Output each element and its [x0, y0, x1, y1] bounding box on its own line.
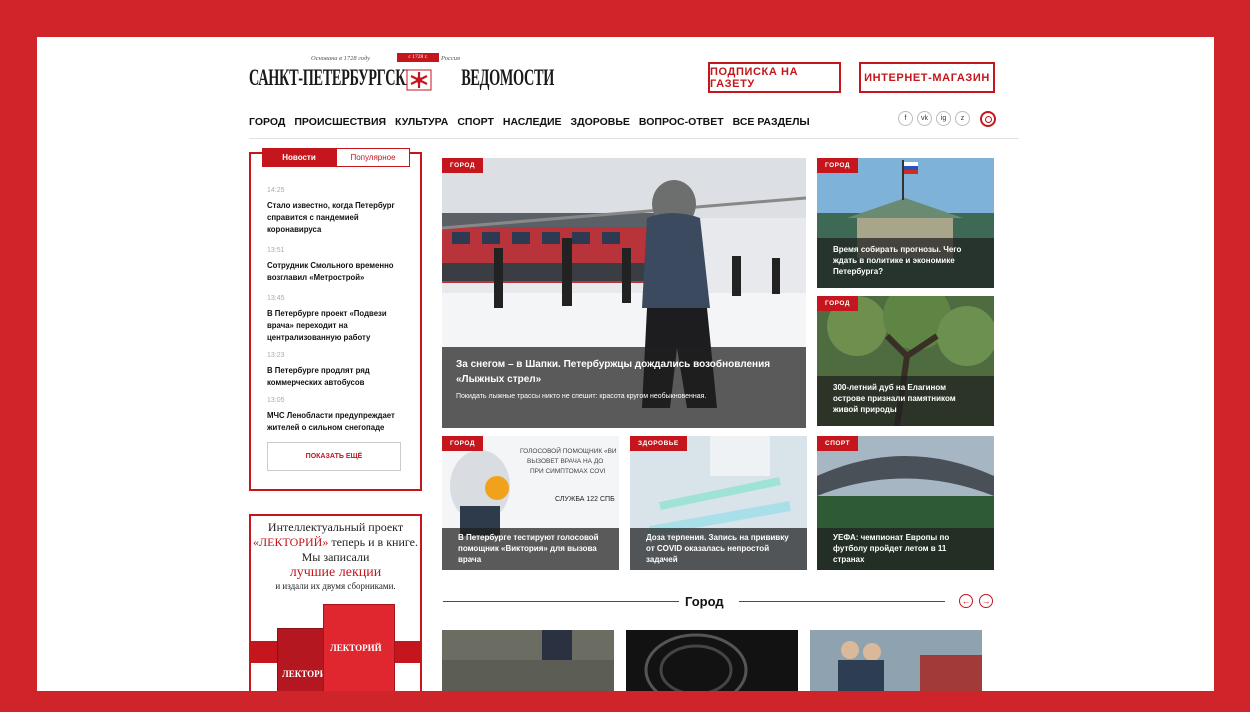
card-caption: Доза терпения. Запись на прививку от COV…: [630, 528, 807, 570]
card-image-text-1: ГОЛОСОВОЙ ПОМОЩНИК «ВИ: [520, 448, 617, 455]
card-caption: УЕФА: чемпионат Европы по футболу пройде…: [817, 528, 994, 570]
nav-item-culture[interactable]: КУЛЬТУРА: [395, 116, 448, 128]
section-header-gorod: Город ← →: [443, 591, 998, 611]
facebook-icon[interactable]: f: [898, 111, 913, 126]
news-time: 14:25: [267, 187, 285, 194]
main-news-card[interactable]: ГОРОД За снегом – в Шапки. Петербуржцы д…: [442, 158, 806, 428]
news-time: 13:05: [267, 397, 285, 404]
news-feed-panel: Новости Популярное 14:25 Стало известно,…: [249, 148, 422, 491]
news-item[interactable]: 13:45 В Петербурге проект «Подвези врача…: [267, 295, 407, 344]
promo-project-name: «ЛЕКТОРИЙ»: [253, 535, 329, 549]
news-time: 13:45: [267, 295, 285, 302]
book-title: ЛЕКТОРИЙ: [330, 643, 382, 653]
news-title[interactable]: Сотрудник Смольного временно возглавил «…: [267, 260, 407, 284]
logo-ribbon: с 1728 г.: [397, 53, 439, 62]
site-logo[interactable]: Основана в 1728 году с 1728 г. Россия СА…: [249, 51, 554, 101]
news-title[interactable]: В Петербурге проект «Подвези врача» пере…: [267, 308, 407, 344]
prev-arrow-icon[interactable]: ←: [959, 594, 973, 608]
zen-icon[interactable]: z: [955, 111, 970, 126]
nav-item-all-sections[interactable]: ВСЕ РАЗДЕЛЫ: [733, 116, 810, 128]
card-title[interactable]: Доза терпения. Запись на прививку от COV…: [646, 532, 791, 565]
subscribe-button[interactable]: ПОДПИСКА НА ГАЗЕТУ: [708, 62, 841, 93]
news-card[interactable]: ГОРОД 300-летний дуб на Елагином острове…: [817, 296, 994, 426]
main-card-caption: За снегом – в Шапки. Петербуржцы дождали…: [442, 347, 806, 428]
nav-item-health[interactable]: ЗДОРОВЬЕ: [571, 116, 630, 128]
logo-tagline-left: Основана в 1728 году: [311, 55, 371, 62]
category-badge[interactable]: ГОРОД: [442, 436, 484, 451]
book-title: ЛЕКТОРИ: [282, 669, 327, 679]
promo-line-4: лучшие лекции: [289, 565, 382, 580]
card-caption: Время собирать прогнозы. Чего ждать в по…: [817, 238, 994, 288]
book-cover-2: ЛЕКТОРИЙ: [323, 604, 395, 691]
promo-line-1: Интеллектуальный проект: [267, 520, 404, 534]
card-title[interactable]: Время собирать прогнозы. Чего ждать в по…: [833, 244, 978, 277]
section-divider-right: [739, 601, 945, 602]
news-item[interactable]: 13:05 МЧС Ленобласти предупреждает жител…: [267, 397, 407, 434]
nav-item-qa[interactable]: ВОПРОС-ОТВЕТ: [639, 116, 724, 128]
logo-tagline-right: Россия: [441, 55, 461, 62]
nav-item-incidents[interactable]: ПРОИСШЕСТВИЯ: [294, 116, 386, 128]
promo-line-3: Мы записали: [301, 550, 370, 564]
section-divider-left: [443, 601, 679, 602]
card-title[interactable]: 300-летний дуб на Елагином острове призн…: [833, 382, 978, 415]
instagram-icon[interactable]: ig: [936, 111, 951, 126]
nav-item-gorod[interactable]: ГОРОД: [249, 116, 285, 128]
news-tabs: Новости Популярное: [262, 148, 410, 167]
promo-line-5: и издали их двумя сборниками.: [275, 581, 396, 591]
main-card-title[interactable]: За снегом – в Шапки. Петербуржцы дождали…: [456, 357, 792, 387]
logo-text: САНКТ-ПЕТЕРБУРГСКИЕ ВЕДОМОСТИ: [249, 65, 554, 93]
nav-item-heritage[interactable]: НАСЛЕДИЕ: [503, 116, 562, 128]
show-more-button[interactable]: ПОКАЗАТЬ ЕЩЁ: [267, 442, 401, 471]
logo-text-left: САНКТ-ПЕТЕРБУРГСКИЕ: [249, 65, 426, 90]
article-thumbnail[interactable]: [442, 630, 614, 691]
vk-icon[interactable]: vk: [917, 111, 932, 126]
promo-line-2-rest: теперь и в книге.: [328, 535, 418, 549]
next-arrow-icon[interactable]: →: [979, 594, 993, 608]
category-badge[interactable]: ГОРОД: [817, 158, 859, 173]
news-title[interactable]: МЧС Ленобласти предупреждает жителей о с…: [267, 410, 407, 434]
news-time: 13:51: [267, 247, 285, 254]
card-image-text-4: СЛУЖБА 122 СПБ: [555, 496, 615, 503]
card-image-text-3: ПРИ СИМПТОМАХ COVI: [530, 468, 606, 475]
tab-news[interactable]: Новости: [262, 148, 336, 167]
news-card[interactable]: ГОРОД Время собирать прогнозы. Чего ждат…: [817, 158, 994, 288]
coat-of-arms-icon: [406, 69, 432, 91]
shop-button[interactable]: ИНТЕРНЕТ-МАГАЗИН: [859, 62, 995, 93]
card-caption: В Петербурге тестируют голосовой помощни…: [442, 528, 619, 570]
article-thumbnail[interactable]: [810, 630, 982, 691]
nav-item-sport[interactable]: СПОРТ: [457, 116, 494, 128]
news-title[interactable]: Стало известно, когда Петербург справитс…: [267, 200, 407, 236]
news-card[interactable]: ЗДОРОВЬЕ Доза терпения. Запись на привив…: [630, 436, 807, 570]
news-item[interactable]: 13:23 В Петербурге продлят ряд коммерчес…: [267, 352, 407, 389]
news-card[interactable]: ГОЛОСОВОЙ ПОМОЩНИК «ВИ ВЫЗОВЕТ ВРАЧА НА …: [442, 436, 619, 570]
card-image-text-2: ВЫЗОВЕТ ВРАЧА НА ДО: [527, 458, 604, 465]
category-badge[interactable]: ГОРОД: [817, 296, 859, 311]
news-title[interactable]: В Петербурге продлят ряд коммерческих ав…: [267, 365, 407, 389]
category-badge[interactable]: ЗДОРОВЬЕ: [630, 436, 687, 451]
card-title[interactable]: В Петербурге тестируют голосовой помощни…: [458, 532, 603, 565]
news-item[interactable]: 14:25 Стало известно, когда Петербург сп…: [267, 187, 407, 236]
category-badge[interactable]: ГОРОД: [442, 158, 484, 173]
header-divider: [249, 138, 1019, 139]
article-thumbnail[interactable]: [626, 630, 798, 691]
social-links: f vk ig z: [898, 111, 970, 126]
tab-popular[interactable]: Популярное: [336, 148, 410, 167]
news-time: 13:23: [267, 352, 285, 359]
news-item[interactable]: 13:51 Сотрудник Смольного временно возгл…: [267, 247, 407, 284]
logo-text-right: ВЕДОМОСТИ: [461, 65, 554, 90]
page: Основана в 1728 году с 1728 г. Россия СА…: [37, 37, 1214, 691]
search-icon[interactable]: [980, 111, 996, 127]
card-caption: 300-летний дуб на Елагином острове призн…: [817, 376, 994, 426]
lectorium-promo-banner[interactable]: Интеллектуальный проект «ЛЕКТОРИЙ» тепер…: [249, 514, 422, 691]
news-card[interactable]: СПОРТ УЕФА: чемпионат Европы по футболу …: [817, 436, 994, 570]
section-title[interactable]: Город: [685, 594, 724, 609]
card-title[interactable]: УЕФА: чемпионат Европы по футболу пройде…: [833, 532, 978, 565]
category-badge[interactable]: СПОРТ: [817, 436, 859, 451]
logo-tagline: Основана в 1728 году с 1728 г. Россия: [249, 51, 519, 65]
promo-line-2: «ЛЕКТОРИЙ» теперь и в книге.: [251, 535, 420, 550]
main-nav: ГОРОД ПРОИСШЕСТВИЯ КУЛЬТУРА СПОРТ НАСЛЕД…: [249, 116, 819, 128]
main-card-subtitle: Покидать лыжные трассы никто не спешит: …: [456, 393, 707, 400]
